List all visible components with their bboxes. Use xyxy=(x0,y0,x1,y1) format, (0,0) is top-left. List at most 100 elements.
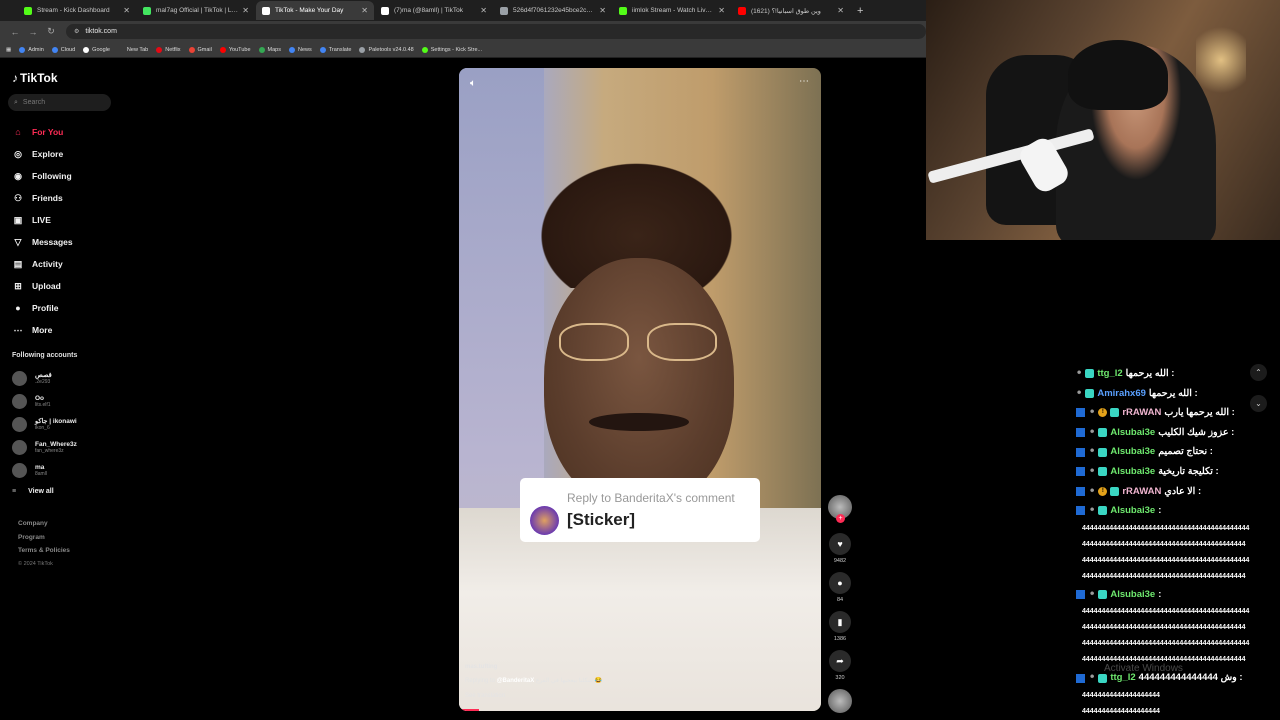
follow-plus-icon[interactable]: + xyxy=(836,514,845,523)
bookmark-icon[interactable]: ▮ xyxy=(829,611,851,633)
chat-username[interactable]: ttg_l2 xyxy=(1097,364,1122,384)
sidebar-item-profile[interactable]: ● Profile xyxy=(12,297,122,319)
tab-favicon-icon xyxy=(262,6,270,15)
bookmark-item[interactable]: Settings - Kick Stre... xyxy=(421,46,482,53)
browser-tab[interactable]: Stream - Kick Dashboard ✕ xyxy=(18,1,136,20)
chat-text-continued: 4444444444444444444444444444444444444444… xyxy=(1082,640,1250,648)
video-progress-bar[interactable] xyxy=(459,709,479,711)
following-account[interactable]: قصص .2e293 xyxy=(12,367,122,390)
bookmark-item[interactable]: Gmail xyxy=(188,46,212,53)
footer-link[interactable]: Terms & Policies xyxy=(18,547,70,561)
search-input[interactable]: ⌕ Search xyxy=(8,94,111,111)
chat-badge-icon xyxy=(1098,447,1108,457)
tab-close-icon[interactable]: ✕ xyxy=(242,6,249,15)
see-translation-link[interactable]: See translation xyxy=(465,689,602,704)
apps-icon[interactable]: ▦ xyxy=(6,47,11,53)
chevron-down-icon[interactable]: ⌄ xyxy=(1250,395,1267,412)
like-count: 9482 xyxy=(833,558,847,564)
sidebar-item-following[interactable]: ◉ Following xyxy=(12,165,122,187)
tab-close-icon[interactable]: ✕ xyxy=(837,6,844,15)
bookmark-item[interactable]: Google xyxy=(83,46,110,53)
creator-avatar[interactable]: + xyxy=(828,495,852,523)
bookmark-item[interactable]: Maps xyxy=(258,46,281,53)
sidebar-footer: Company Program Terms & Policies © 2024 Tik… xyxy=(18,520,70,567)
like-heart-icon[interactable]: ♥ xyxy=(829,533,851,555)
chat-text-continued: 44444444444444444444 xyxy=(1082,691,1160,699)
browser-tab[interactable]: 526d4f7061232e45bce2cacd51...✕ xyxy=(494,1,612,20)
browser-tab[interactable]: iimlok Stream - Watch Live on ✕ xyxy=(613,1,731,20)
webcam-headphones xyxy=(1068,40,1168,110)
footer-link[interactable]: Company xyxy=(18,520,70,534)
browser-tab[interactable]: وين طوق اسبانيا!؟ (1621) ✕ xyxy=(732,1,850,20)
tab-close-icon[interactable]: ✕ xyxy=(361,6,368,15)
account-text: ma 8amll xyxy=(35,464,47,477)
bookmark-item[interactable]: YouTube xyxy=(219,46,251,53)
avatar xyxy=(12,417,27,432)
forward-icon[interactable]: → xyxy=(24,27,42,37)
following-account[interactable]: Fan_Where3z fan_where3z xyxy=(12,436,122,459)
bookmark-item[interactable]: News xyxy=(288,46,312,53)
sidebar-item-live[interactable]: ▣ LIVE xyxy=(12,209,122,231)
account-handle: 8amll xyxy=(35,471,47,477)
bookmark-item[interactable]: Cloud xyxy=(51,46,75,53)
bookmark-item[interactable]: Translate xyxy=(319,46,351,53)
tab-close-icon[interactable]: ✕ xyxy=(718,6,725,15)
chat-username[interactable]: Alsubai3e xyxy=(1110,423,1155,443)
video-author[interactable]: mas.tufting xyxy=(465,660,602,675)
bookmark-item[interactable]: New Tab xyxy=(117,46,148,53)
more-options-icon[interactable]: ⋯ xyxy=(799,76,809,87)
sidebar-item-activity[interactable]: ▤ Activity xyxy=(12,253,122,275)
chat-text-continued: 44444444444444444444 xyxy=(1082,707,1160,715)
browser-tab[interactable]: (7)ma (@8amll) | TikTok ✕ xyxy=(375,1,493,20)
browser-tab[interactable]: TikTok - Make Your Day ✕ xyxy=(256,1,374,20)
view-all-link[interactable]: ≡ View all xyxy=(12,482,122,500)
volume-icon[interactable]: 🔈︎ xyxy=(470,78,476,89)
chat-username[interactable]: Alsubai3e xyxy=(1110,585,1155,605)
site-info-icon[interactable]: ⚙ xyxy=(74,28,79,35)
tab-close-icon[interactable]: ✕ xyxy=(123,6,130,15)
bookmark-item[interactable]: Admin xyxy=(19,46,44,53)
sidebar-item-explore[interactable]: ◎ Explore xyxy=(12,143,122,165)
chat-username[interactable]: Amirahx69 xyxy=(1097,384,1146,404)
browser-tab[interactable]: mal7ag Official | TikTok | Linktr ✕ xyxy=(137,1,255,20)
tab-close-icon[interactable]: ✕ xyxy=(480,6,487,15)
tab-close-icon[interactable]: ✕ xyxy=(599,6,606,15)
sidebar-item-friends[interactable]: ⚇ Friends xyxy=(12,187,122,209)
chat-username[interactable]: rRAWAN xyxy=(1122,403,1161,423)
video-player[interactable]: 🔈︎ ⋯ Reply to BanderitaX's comment [Stic… xyxy=(459,68,821,711)
following-account[interactable]: ma 8amll xyxy=(12,459,122,482)
comment-icon[interactable]: ● xyxy=(829,572,851,594)
sidebar-item-for-you[interactable]: ⌂ For You xyxy=(12,121,122,143)
video-caption: Replying to @BanderitaX شكلنا بيعجبها في… xyxy=(465,678,602,684)
following-account[interactable]: جاكو | ikonawi ikon_6 xyxy=(12,413,122,436)
chat-message: ☻! rRAWAN الا عادي : xyxy=(1076,482,1280,502)
bookmark-item[interactable]: Paletools v24.0.48 xyxy=(359,46,414,53)
chat-badge-icon xyxy=(1098,590,1108,600)
search-icon: ⌕ xyxy=(14,98,18,106)
chat-text: تكليجة تاريخية : xyxy=(1158,465,1219,477)
share-icon[interactable]: ➦ xyxy=(829,650,851,672)
url-field[interactable]: ⚙ tiktok.com xyxy=(66,24,926,39)
reload-icon[interactable]: ↻ xyxy=(42,26,60,37)
account-name: قصص xyxy=(35,372,52,379)
sidebar-item-more[interactable]: ⋯ More xyxy=(12,319,122,341)
chat-username[interactable]: Alsubai3e xyxy=(1110,501,1155,521)
sidebar-item-messages[interactable]: ▽ Messages xyxy=(12,231,122,253)
bookmark-item[interactable]: Netflix xyxy=(156,46,181,53)
sound-disc-icon[interactable] xyxy=(828,689,852,713)
footer-link[interactable]: Program xyxy=(18,534,70,548)
following-account[interactable]: Oo lits.elf1 xyxy=(12,390,122,413)
chat-badge-icon xyxy=(1098,673,1108,683)
chat-username[interactable]: Alsubai3e xyxy=(1110,462,1155,482)
mention-link[interactable]: @BanderitaX xyxy=(497,678,535,684)
sidebar-item-upload[interactable]: ⊞ Upload xyxy=(12,275,122,297)
upload-icon: ⊞ xyxy=(14,280,22,291)
chat-scroll-controls: ⌃ ⌄ xyxy=(1250,364,1270,426)
chat-username[interactable]: rRAWAN xyxy=(1122,482,1161,502)
chevron-up-icon[interactable]: ⌃ xyxy=(1250,364,1267,381)
back-icon[interactable]: ← xyxy=(6,27,24,37)
tiktok-logo[interactable]: ♪ TikTok xyxy=(12,71,58,85)
new-tab-button[interactable]: + xyxy=(857,5,863,17)
chat-username[interactable]: Alsubai3e xyxy=(1110,442,1155,462)
bookmark-favicon-icon xyxy=(188,46,195,53)
